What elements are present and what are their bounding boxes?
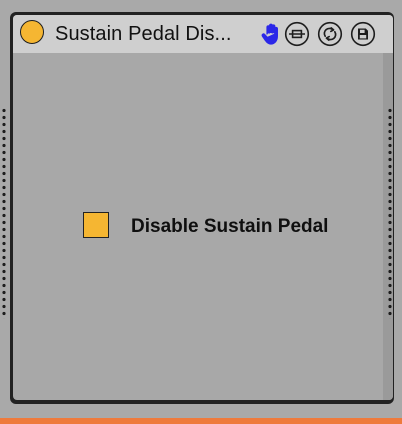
bottom-accent-strip	[0, 418, 402, 424]
hand-icon[interactable]	[260, 22, 284, 46]
device-title-bar[interactable]: Sustain Pedal Dis...	[13, 15, 393, 53]
save-icon[interactable]	[350, 21, 376, 47]
right-resize-handle[interactable]	[388, 107, 392, 319]
hot-swap-icon[interactable]	[317, 21, 343, 47]
map-icon[interactable]	[284, 21, 310, 47]
device-title: Sustain Pedal Dis...	[55, 23, 232, 45]
disable-sustain-pedal-checkbox[interactable]	[83, 212, 109, 238]
device-panel: Sustain Pedal Dis... Disable Sustain Ped…	[13, 15, 393, 400]
left-resize-handle[interactable]	[2, 107, 6, 319]
device-view: { "device": { "title": "Sustain Pedal Di…	[0, 0, 402, 424]
power-toggle-icon[interactable]	[20, 20, 44, 44]
disable-sustain-pedal-label: Disable Sustain Pedal	[131, 216, 329, 237]
